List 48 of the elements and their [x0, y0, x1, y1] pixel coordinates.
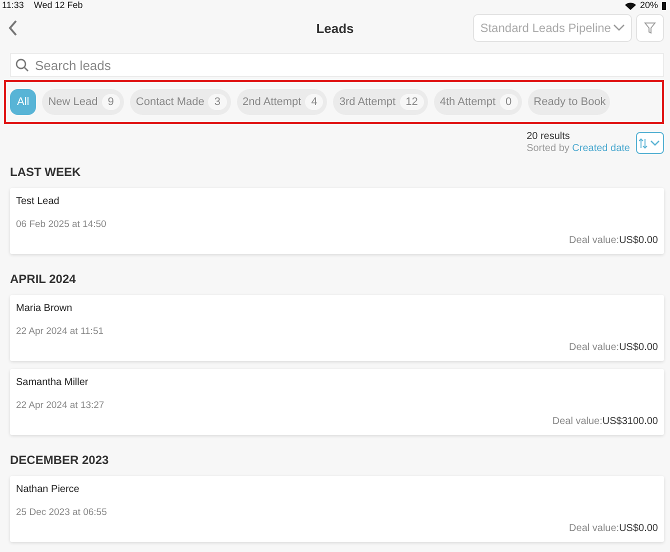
sort-label: Sorted by [526, 143, 570, 154]
page-title: Leads [316, 20, 354, 36]
stage-chip[interactable]: All [10, 89, 36, 115]
lead-name: Samantha Miller [16, 377, 88, 388]
deal-value: US$0.00 [619, 523, 658, 534]
results-count: 20 results [526, 131, 571, 143]
search-field[interactable]: Search leads [10, 53, 664, 77]
lead-date: 22 Apr 2024 at 13:27 [16, 400, 104, 411]
lead-date: 25 Dec 2023 at 06:55 [16, 507, 107, 518]
back-icon[interactable] [8, 20, 18, 36]
lead-card[interactable]: Samantha Miller 22 Apr 2024 at 13:27 Deal value:US$3100.00 [10, 369, 664, 435]
pipeline-dropdown[interactable]: Standard Leads Pipeline [473, 14, 632, 42]
deal-value: US$0.00 [619, 235, 658, 246]
deal-label: Deal value: [569, 235, 620, 246]
section-heading: LAST WEEK [9, 164, 82, 181]
battery-level: 20% [640, 0, 658, 11]
search-icon [15, 58, 29, 72]
lead-card[interactable]: Test Lead 06 Feb 2025 at 14:50 Deal value:US$0.00 [10, 188, 664, 254]
stage-chip[interactable]: Ready to Book [528, 89, 610, 115]
sort-icon [639, 137, 661, 149]
lead-date: 06 Feb 2025 at 14:50 [16, 219, 106, 230]
filter-button[interactable] [636, 14, 664, 42]
battery-icon [662, 2, 666, 10]
lead-date: 22 Apr 2024 at 11:51 [16, 326, 104, 337]
stage-chip[interactable]: New Lead 9 [42, 89, 124, 115]
status-date: Wed 12 Feb [34, 0, 83, 11]
sort-button[interactable] [636, 132, 664, 154]
lead-card[interactable]: Maria Brown 22 Apr 2024 at 11:51 Deal value:US$0.00 [10, 295, 664, 361]
sort-field-link[interactable]: Created date [572, 143, 630, 154]
stage-chip[interactable]: 3rd Attempt 12 [333, 89, 428, 115]
chevron-down-icon [612, 24, 625, 32]
section-heading: DECEMBER 2023 [9, 452, 110, 469]
status-time: 11:33 [2, 0, 24, 11]
deal-label: Deal value: [569, 523, 620, 534]
stage-chip[interactable]: 2nd Attempt 4 [236, 89, 328, 115]
wifi-icon [624, 2, 636, 10]
lead-name: Nathan Pierce [16, 484, 80, 495]
deal-value: US$0.00 [619, 342, 658, 353]
deal-label: Deal value: [552, 416, 602, 427]
filter-icon [644, 22, 656, 34]
lead-name: Test Lead [16, 196, 60, 207]
stage-chip[interactable]: Contact Made 3 [130, 89, 231, 115]
lead-card[interactable]: Nathan Pierce 25 Dec 2023 at 06:55 Deal value:US$0.00 [10, 476, 664, 542]
stage-chip[interactable]: 4th Attempt 0 [434, 89, 522, 115]
deal-value: US$3100.00 [602, 416, 658, 427]
section-heading: APRIL 2024 [9, 271, 77, 288]
lead-name: Maria Brown [16, 303, 72, 314]
deal-label: Deal value: [569, 342, 620, 353]
